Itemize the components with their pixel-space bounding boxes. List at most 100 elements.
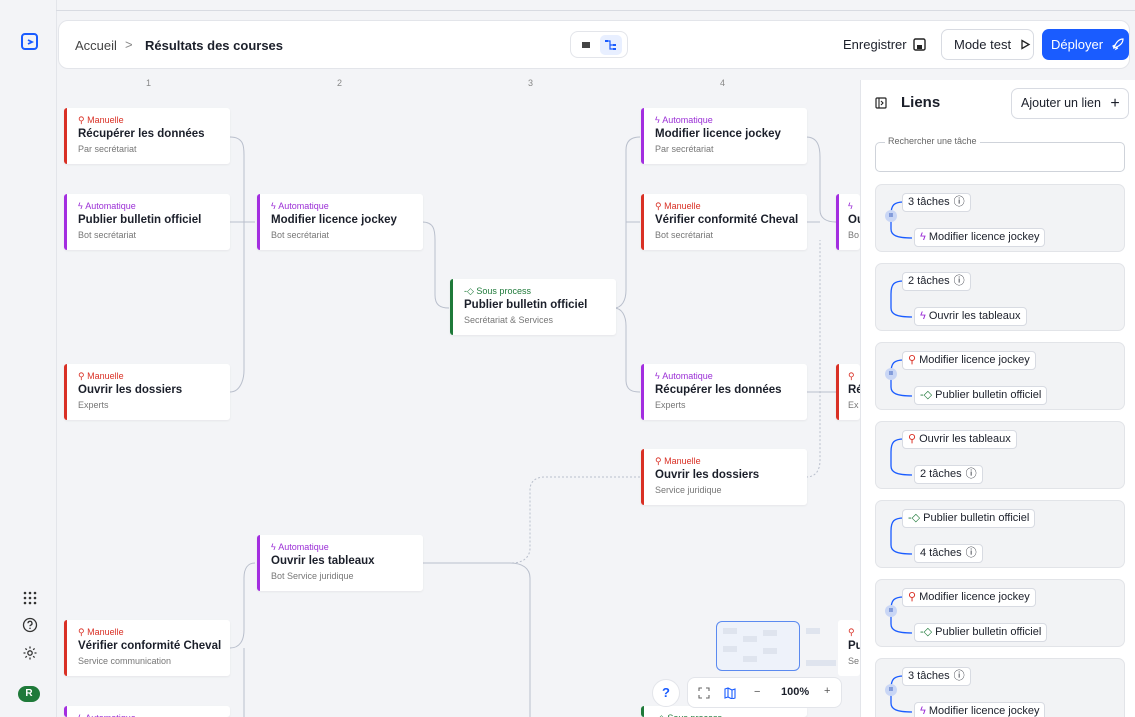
card-title: Pu <box>848 640 860 652</box>
card-subtitle: Bot secrétariat <box>78 230 137 240</box>
task-card[interactable]: ⚲ Manuelle Vérifier conformité Cheval Bo… <box>641 194 807 250</box>
link-target-label: 2 tâches <box>920 468 962 480</box>
automatic-icon: ϟ <box>848 201 853 211</box>
manual-icon: ⚲ <box>908 591 917 603</box>
link-target-label: Modifier licence jockey <box>928 705 1040 717</box>
link-source-chip[interactable]: ⚲ Modifier licence jockey <box>902 588 1036 607</box>
zoom-out-button[interactable]: − <box>754 686 760 698</box>
info-icon: ⓘ <box>953 275 965 287</box>
link-target-label: 4 tâches <box>920 547 962 559</box>
link-target-chip[interactable]: -◇ Publier bulletin officiel <box>914 386 1048 405</box>
card-title: Publier bulletin officiel <box>464 299 588 311</box>
card-accent <box>257 535 260 591</box>
link-target-chip[interactable]: 4 tâches ⓘ <box>914 544 983 563</box>
task-card[interactable]: ϟ Automatique Modifier licence jockey Pa… <box>641 108 807 164</box>
card-kind: Manuelle <box>664 456 701 466</box>
task-card[interactable]: ϟ Ou Bo <box>836 194 860 250</box>
link-source-label: Ouvrir les tableaux <box>919 433 1011 445</box>
card-kind: Sous process <box>667 713 722 717</box>
link-source-chip[interactable]: 2 tâches ⓘ <box>902 272 971 291</box>
link-source-chip[interactable]: 3 tâches ⓘ <box>902 193 971 212</box>
zoom-controls: − 100% + <box>687 677 842 708</box>
task-card[interactable]: -◇ Sous process Publier bulletin officie… <box>450 279 616 335</box>
card-kind: Automatique <box>85 713 136 717</box>
add-link-label: Ajouter un lien <box>1021 96 1101 110</box>
link-target-label: Publier bulletin officiel <box>935 389 1042 401</box>
minimap[interactable] <box>716 621 800 671</box>
card-subtitle: Par secrétariat <box>78 144 137 154</box>
link-target-chip[interactable]: ϟ Modifier licence jockey <box>914 702 1046 717</box>
fit-view-icon[interactable] <box>698 687 710 699</box>
automatic-icon: ϟ <box>920 310 926 322</box>
link-item[interactable]: -◇ Publier bulletin officiel 4 tâches ⓘ <box>875 500 1125 568</box>
minimap-node <box>743 656 757 662</box>
link-item[interactable]: ıı 3 tâches ⓘ ϟ Modifier licence jockey <box>875 658 1125 717</box>
manual-icon: ⚲ <box>908 433 917 445</box>
manual-icon: ⚲ <box>908 354 917 366</box>
card-kind: Automatique <box>278 542 329 552</box>
link-source-chip[interactable]: 3 tâches ⓘ <box>902 667 971 686</box>
task-search-input[interactable] <box>875 142 1125 172</box>
subprocess-icon: -◇ <box>464 286 477 296</box>
card-title: Ré <box>848 384 860 396</box>
map-toggle-icon[interactable] <box>724 687 736 699</box>
task-card[interactable]: ϟ Automatique Ouvrir les tableaux Bot Se… <box>257 535 423 591</box>
link-item[interactable]: ⚲ Ouvrir les tableaux 2 tâches ⓘ <box>875 421 1125 489</box>
link-target-label: Ouvrir les tableaux <box>928 310 1021 322</box>
info-icon: ⓘ <box>953 196 965 208</box>
task-card[interactable]: ϟ Automatique Publier bulletin officiel … <box>64 194 230 250</box>
link-target-chip[interactable]: -◇ Publier bulletin officiel <box>914 623 1048 642</box>
task-card[interactable]: ϟ Automatique Récupérer les données Expe… <box>641 364 807 420</box>
card-accent <box>836 364 839 420</box>
card-title: Ouvrir les dossiers <box>655 469 760 481</box>
card-accent <box>64 194 67 250</box>
link-source-label: Publier bulletin officiel <box>923 512 1030 524</box>
minimap-node <box>763 648 777 654</box>
task-card[interactable]: ⚲ Manuelle Ouvrir les dossiers Experts <box>64 364 230 420</box>
card-kind: Automatique <box>662 115 713 125</box>
add-link-button[interactable]: Ajouter un lien + <box>1011 88 1129 119</box>
task-card[interactable]: ⚲ Manuelle Vérifier conformité Cheval Se… <box>64 620 230 676</box>
link-target-chip[interactable]: 2 tâches ⓘ <box>914 465 983 484</box>
manual-icon: ⚲ <box>78 115 88 125</box>
link-source-chip[interactable]: -◇ Publier bulletin officiel <box>902 509 1036 528</box>
task-card[interactable]: ϟ Automatique Modifier licence jockey Bo… <box>257 194 423 250</box>
card-kind: Automatique <box>662 371 713 381</box>
task-card[interactable]: ⚲ Ré Ex <box>836 364 860 420</box>
panel-toggle-icon[interactable] <box>875 97 887 109</box>
card-subtitle: Ex <box>848 400 859 410</box>
zoom-in-button[interactable]: + <box>824 685 830 697</box>
link-source-chip[interactable]: ⚲ Ouvrir les tableaux <box>902 430 1017 449</box>
manual-icon: ⚲ <box>848 371 855 381</box>
link-target-chip[interactable]: ϟ Ouvrir les tableaux <box>914 307 1027 326</box>
card-kind: Manuelle <box>87 627 124 637</box>
task-card[interactable]: ⚲ Pu Se <box>838 620 860 676</box>
minimap-node <box>723 628 737 634</box>
panel-title: Liens <box>901 94 941 111</box>
link-target-chip[interactable]: ϟ Modifier licence jockey <box>914 228 1046 247</box>
card-subtitle: Service juridique <box>655 485 722 495</box>
link-item[interactable]: ıı ⚲ Modifier licence jockey -◇ Publier bu… <box>875 342 1125 410</box>
subprocess-icon: -◇ <box>655 713 667 717</box>
link-source-chip[interactable]: ⚲ Modifier licence jockey <box>902 351 1036 370</box>
help-button[interactable]: ? <box>652 679 680 707</box>
minimap-node <box>806 628 820 634</box>
card-kind: Automatique <box>278 201 329 211</box>
card-title: Modifier licence jockey <box>655 128 781 140</box>
zoom-level: 100% <box>781 686 810 698</box>
card-subtitle: Service communication <box>78 656 172 666</box>
link-target-label: Publier bulletin officiel <box>935 626 1042 638</box>
task-card[interactable]: ⚲ Manuelle Ouvrir les dossiers Service j… <box>641 449 807 505</box>
task-card[interactable]: ⚲ Manuelle Récupérer les données Par sec… <box>64 108 230 164</box>
card-accent <box>450 279 453 335</box>
info-icon: ⓘ <box>965 547 977 559</box>
subprocess-icon: -◇ <box>920 389 933 401</box>
card-kind: Manuelle <box>87 115 124 125</box>
link-item[interactable]: 2 tâches ⓘ ϟ Ouvrir les tableaux <box>875 263 1125 331</box>
link-item[interactable]: ıı 3 tâches ⓘ ϟ Modifier licence jockey <box>875 184 1125 252</box>
card-accent <box>64 364 67 420</box>
manual-icon: ⚲ <box>78 627 88 637</box>
task-card[interactable]: ϟ Automatique <box>64 706 230 717</box>
task-search-label: Rechercher une tâche <box>885 136 980 146</box>
link-item[interactable]: ıı ⚲ Modifier licence jockey -◇ Publier bu… <box>875 579 1125 647</box>
